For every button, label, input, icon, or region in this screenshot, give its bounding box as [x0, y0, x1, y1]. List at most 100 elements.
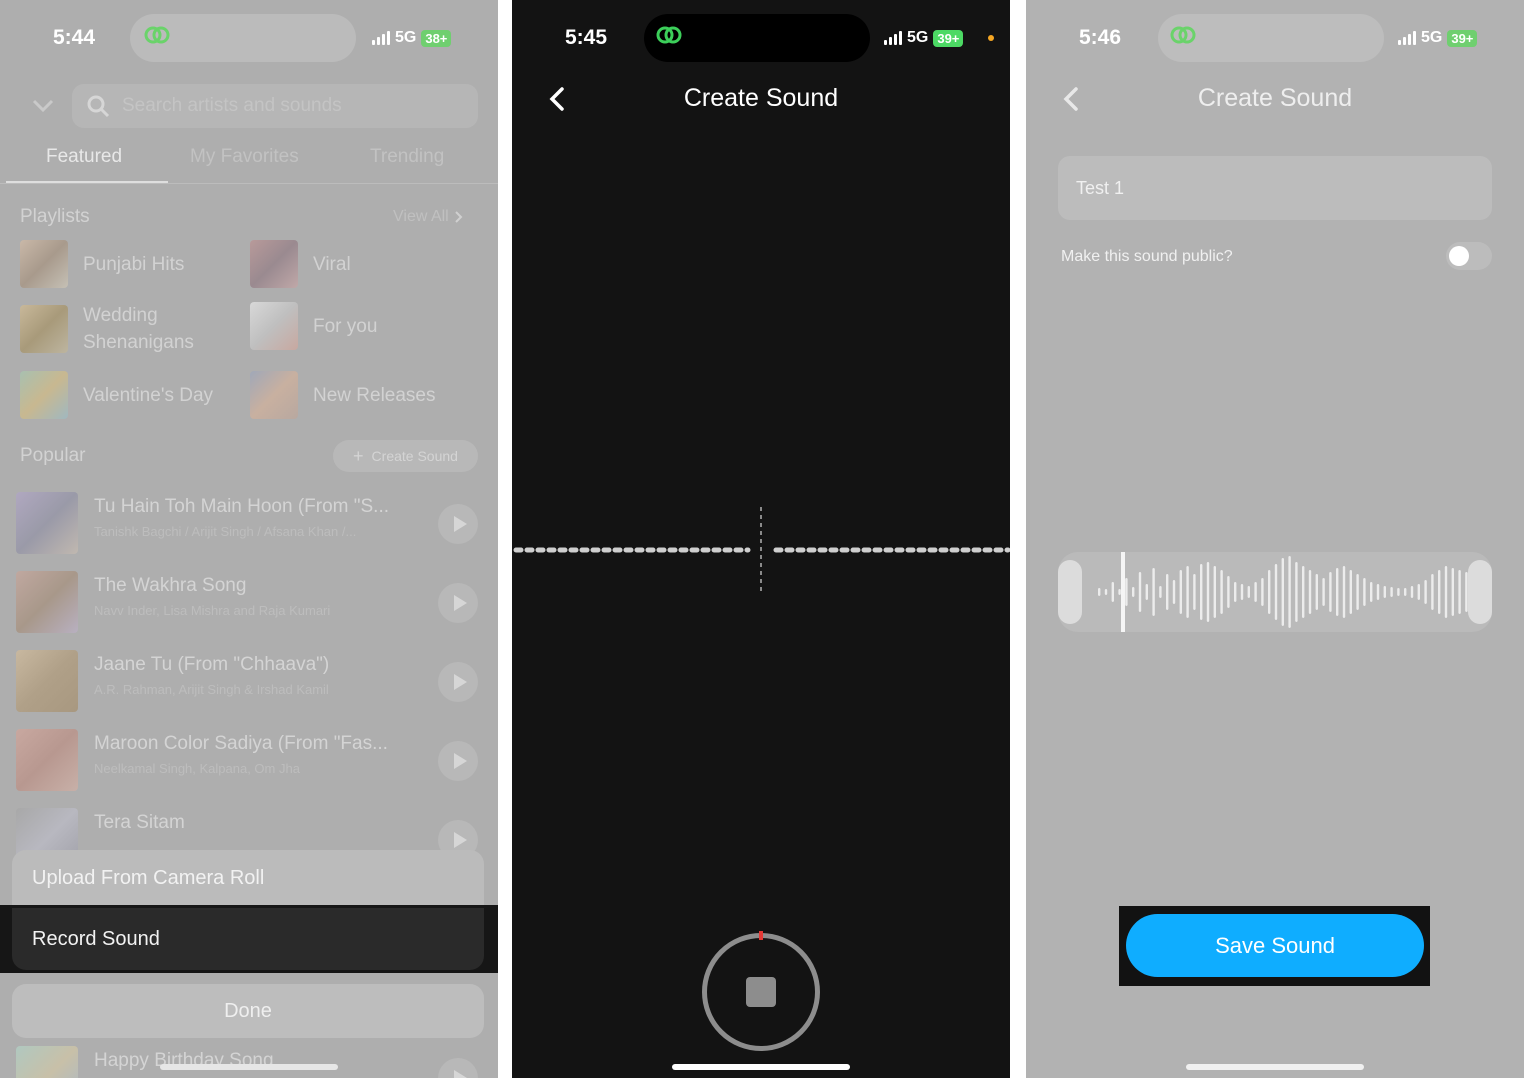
waveform-bar: [1098, 588, 1101, 596]
playlist-item[interactable]: For you: [250, 302, 377, 350]
playlist-item[interactable]: Valentine's Day: [20, 371, 213, 419]
waveform-bar: [1234, 582, 1237, 602]
play-button[interactable]: [438, 662, 478, 702]
playlist-item[interactable]: New Releases: [250, 371, 436, 419]
playhead[interactable]: [1121, 552, 1125, 632]
app-link-icon: [656, 26, 682, 44]
song-row[interactable]: Jaane Tu (From "Chhaava") A.R. Rahman, Ar…: [16, 650, 482, 716]
done-label: Done: [224, 999, 272, 1022]
waveform-bar: [1444, 566, 1448, 618]
waveform-bar: [1104, 589, 1108, 595]
waveform-bar: [1438, 570, 1441, 614]
waveform-bar: [1213, 566, 1216, 618]
waveform-bar: [1302, 566, 1305, 618]
upload-from-camera-roll-option[interactable]: Upload From Camera Roll: [12, 850, 484, 906]
waveform-bar: [1186, 566, 1189, 618]
plus-icon: +: [353, 445, 364, 466]
view-all-link[interactable]: View All: [393, 208, 463, 226]
waveform-bar: [1363, 578, 1366, 606]
playlist-label: For you: [313, 315, 378, 337]
waveform-bar: [1261, 578, 1264, 606]
song-title: Tera Sitam: [94, 812, 185, 833]
waveform-bar: [1247, 586, 1250, 598]
waveform-bar: [1336, 568, 1339, 616]
song-row[interactable]: The Wakhra Song Navv Inder, Lisa Mishra a…: [16, 571, 482, 637]
waveform-bar: [1159, 586, 1162, 598]
create-sound-button[interactable]: + Create Sound: [333, 440, 478, 472]
waveform-bar: [1376, 584, 1380, 600]
playlist-label: Valentine's Day: [83, 384, 214, 406]
waveform-bar: [1254, 582, 1257, 602]
song-row[interactable]: Happy Birthday Song: [16, 1046, 482, 1078]
sound-name-value: Test 1: [1076, 177, 1125, 198]
waveform-bar: [1179, 570, 1182, 614]
song-title: Tu Hain Toh Main Hoon (From "S...: [94, 496, 390, 517]
waveform-bar: [1268, 570, 1271, 614]
record-sound-option[interactable]: Record Sound: [12, 908, 484, 970]
status-network: 5G 39+: [1398, 29, 1478, 47]
public-toggle[interactable]: [1446, 242, 1492, 270]
song-artist: Tanishk Bagchi / Arijit Singh / Afsana K…: [94, 524, 357, 539]
playlist-item[interactable]: Punjabi Hits: [20, 240, 184, 288]
waveform-bar: [1274, 564, 1278, 620]
song-thumbnail: [16, 492, 78, 554]
playlist-thumbnail: [250, 302, 298, 350]
waveform-bar: [1397, 588, 1400, 596]
waveform-bar: [1281, 558, 1284, 626]
trim-handle-right[interactable]: [1468, 560, 1492, 624]
song-thumbnail: [16, 729, 78, 791]
signal-icon: [1398, 31, 1416, 45]
play-button[interactable]: [438, 583, 478, 623]
waveform-bar: [1404, 588, 1407, 596]
song-thumbnail: [16, 1046, 78, 1078]
upload-label: Upload From Camera Roll: [32, 866, 265, 889]
song-row[interactable]: Tu Hain Toh Main Hoon (From "S... Tanishk…: [16, 492, 482, 558]
waveform-bar: [1390, 587, 1393, 597]
save-sound-button[interactable]: Save Sound: [1126, 914, 1424, 977]
public-toggle-label: Make this sound public?: [1061, 248, 1233, 265]
battery-icon: 38+: [421, 29, 452, 47]
chevron-down-icon[interactable]: [32, 98, 54, 114]
app-link-icon: [1170, 26, 1196, 44]
status-time: 5:46: [1079, 26, 1122, 49]
waveform-bar: [1370, 582, 1373, 602]
play-icon: [453, 753, 467, 769]
tab-trending[interactable]: Trending: [370, 146, 444, 168]
waveform-bar: [1431, 574, 1434, 610]
play-button[interactable]: [438, 741, 478, 781]
waveform-bar: [1138, 572, 1142, 612]
tab-featured[interactable]: Featured: [46, 146, 122, 168]
chevron-right-icon: [455, 211, 463, 223]
audio-trim-track[interactable]: [1058, 552, 1492, 632]
status-network: 5G 38+: [372, 29, 452, 47]
song-title: Jaane Tu (From "Chhaava"): [94, 654, 330, 675]
waveform-bar: [1240, 584, 1244, 600]
waveform-bar: [1349, 570, 1352, 614]
playlist-item[interactable]: Viral: [250, 240, 351, 288]
screen-title: Create Sound: [683, 84, 839, 112]
save-sound-screen: 5:46 5G 39+ Create Sound Test 1 Make thi…: [1026, 0, 1524, 1078]
waveform-bar: [1342, 566, 1346, 618]
trim-handle-left[interactable]: [1058, 560, 1082, 624]
sound-name-input[interactable]: Test 1: [1058, 156, 1492, 220]
waveform-bar: [1132, 587, 1135, 597]
status-time: 5:45: [565, 26, 608, 49]
save-sound-label: Save Sound: [1215, 932, 1335, 958]
waveform-bar: [1166, 574, 1169, 610]
tab-my-favorites[interactable]: My Favorites: [190, 146, 299, 168]
song-title: Maroon Color Sadiya (From "Fas...: [94, 733, 388, 754]
done-button[interactable]: Done: [12, 984, 484, 1038]
waveform-bar: [1206, 562, 1210, 622]
search-input[interactable]: Search artists and sounds: [72, 84, 478, 128]
play-button[interactable]: [438, 504, 478, 544]
playlist-item[interactable]: Wedding Shenanigans: [20, 302, 194, 356]
mic-indicator-dot: [988, 35, 994, 41]
search-icon: [87, 95, 110, 118]
sound-picker-screen: 5:44 5G 38+ Search artists and sounds Fe…: [0, 0, 498, 1078]
waveform-bar: [1220, 570, 1223, 614]
song-row[interactable]: Maroon Color Sadiya (From "Fas... Neelkam…: [16, 729, 482, 795]
stop-recording-button[interactable]: [702, 933, 820, 1051]
song-artist: Neelkamal Singh, Kalpana, Om Jha: [94, 761, 300, 776]
play-button[interactable]: [438, 1058, 478, 1078]
signal-icon: [884, 31, 902, 45]
